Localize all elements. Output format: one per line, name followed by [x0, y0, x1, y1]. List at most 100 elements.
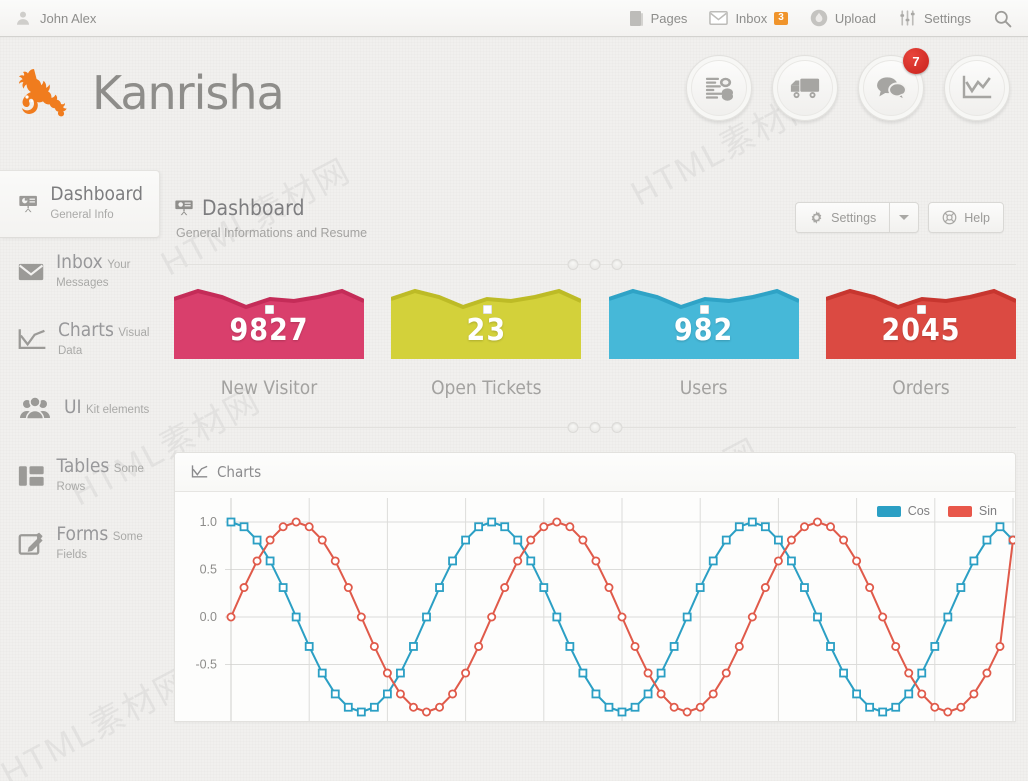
help-button[interactable]: Help [928, 202, 1004, 233]
upload-icon [810, 9, 828, 27]
divider-dot [567, 422, 579, 433]
sidebar-label-group: Forms Some Fields [56, 523, 162, 563]
divider-dot [589, 422, 601, 433]
stat-value: 982 [673, 313, 734, 348]
sidebar-item-ui[interactable]: UI Kit elements [0, 374, 162, 442]
messages-badge: 7 [903, 48, 929, 74]
stat-card-orders[interactable]: 2045 Orders [825, 287, 1016, 399]
brand-name: Kanrisha [92, 66, 285, 120]
sidebar-label-group: Tables Some Rows [57, 456, 162, 495]
edit-pencil-square-icon [18, 532, 43, 555]
sidebar-item-tables[interactable]: Tables Some Rows [0, 442, 162, 510]
chart-legend: Cos Sin [876, 504, 997, 518]
page-title: Dashboard [202, 196, 305, 220]
charts-panel: Charts Cos Sin 1.0 0.5 0.0 -0.5 [174, 452, 1016, 722]
topbar-label-upload: Upload [834, 10, 877, 26]
table-columns-icon [18, 466, 44, 486]
sidebar-label-group: Dashboard General Info [50, 184, 159, 223]
sidebar-label-group: UI Kit elements [64, 396, 150, 418]
section-divider-top [174, 259, 1016, 270]
main-content: Dashboard General Informations and Resum… [162, 170, 1028, 781]
quick-action-stats[interactable] [944, 55, 1010, 121]
gear-icon [811, 211, 822, 224]
app-header: Kanrisha 7 [0, 37, 1028, 170]
section-divider-bottom [174, 422, 1016, 433]
presentation-board-icon [175, 200, 193, 216]
divider-dot [611, 259, 623, 270]
line-chart-icon [962, 75, 992, 99]
stat-label: New Visitor [220, 377, 318, 399]
user-avatar-icon [17, 11, 29, 25]
stat-value: 23 [466, 313, 507, 348]
stat-label: Open Tickets [431, 377, 542, 399]
settings-button-group: Settings [795, 202, 920, 233]
topbar-item-inbox[interactable]: Inbox 3 [709, 10, 788, 26]
divider-dots [567, 259, 623, 270]
sidebar-item-sublabel: Kit elements [86, 404, 150, 416]
svg-text:0.0: 0.0 [200, 610, 217, 624]
topbar-item-upload[interactable]: Upload [810, 9, 876, 27]
settings-button[interactable]: Settings [795, 202, 890, 233]
chat-bubbles-icon [877, 77, 907, 101]
charts-panel-title: Charts [217, 463, 262, 481]
sidebar-item-dashboard[interactable]: Dashboard General Info [0, 170, 160, 238]
sidebar-item-label: Forms [56, 523, 109, 545]
delivery-truck-icon [790, 78, 820, 99]
envelope-icon [18, 263, 44, 281]
settings-dropdown-toggle[interactable] [889, 202, 920, 233]
pages-icon [629, 10, 643, 26]
topbar-item-pages[interactable]: Pages [629, 10, 687, 27]
topbar-item-settings[interactable]: Settings [898, 9, 971, 27]
sidebar-item-label: Inbox [56, 251, 103, 273]
inbox-badge: 3 [774, 11, 788, 25]
stat-card-body: 9827 [174, 287, 364, 359]
stat-card-new-visitor[interactable]: 9827 New Visitor [174, 287, 364, 399]
chevron-down-icon [899, 215, 910, 220]
line-chart-icon [18, 329, 46, 350]
legend-swatch-cos [876, 505, 901, 517]
sidebar-item-inbox[interactable]: Inbox Your Messages [0, 238, 162, 306]
legend-label-sin: Sin [978, 504, 997, 518]
sidebar-item-forms[interactable]: Forms Some Fields [0, 510, 162, 578]
sidebar-item-sublabel: General Info [50, 209, 114, 221]
topbar-label-inbox: Inbox [735, 10, 768, 26]
stat-card-users[interactable]: 982 Users [608, 287, 799, 399]
sidebar-item-charts[interactable]: Charts Visual Data [0, 306, 162, 374]
user-name: John Alex [40, 10, 97, 26]
svg-text:1.0: 1.0 [200, 515, 217, 529]
search-icon [994, 10, 1012, 27]
coins-money-icon [705, 77, 733, 101]
top-bar-menu: Pages Inbox 3 Upload Settings [629, 9, 1012, 28]
divider-dot [589, 259, 601, 270]
sidebar: Dashboard General Info Inbox Your Messag… [0, 170, 162, 781]
logo[interactable]: Kanrisha [14, 61, 285, 125]
stat-value: 9827 [229, 313, 309, 348]
legend-item-cos[interactable]: Cos [876, 504, 930, 518]
divider-dot [611, 422, 623, 433]
gecko-logo-icon [19, 69, 67, 117]
stat-card-body: 23 [391, 287, 582, 359]
users-group-icon [20, 396, 50, 420]
quick-action-messages[interactable]: 7 [858, 48, 929, 121]
sidebar-item-label: Charts [57, 319, 114, 341]
stat-card-open-tickets[interactable]: 23 Open Tickets [391, 287, 582, 399]
page-actions: Settings Help [795, 198, 1004, 233]
user-menu[interactable]: John Alex [14, 9, 96, 27]
sliders-icon [900, 10, 915, 26]
legend-item-sin[interactable]: Sin [947, 504, 997, 518]
legend-label-cos: Cos [907, 504, 930, 518]
quick-action-money[interactable] [686, 55, 752, 121]
sidebar-item-label: UI [64, 396, 82, 418]
chart-body: Cos Sin 1.0 0.5 0.0 -0.5 [175, 492, 1016, 722]
page-header: Dashboard General Informations and Resum… [162, 170, 1028, 240]
page-title-group: Dashboard General Informations and Resum… [174, 198, 367, 240]
presentation-board-icon [19, 195, 37, 213]
search-button[interactable] [993, 9, 1012, 28]
sidebar-label-group: Charts Visual Data [57, 319, 162, 359]
line-chart-plot[interactable]: 1.0 0.5 0.0 -0.5 [175, 492, 1016, 722]
quick-action-shipping[interactable] [772, 55, 838, 121]
svg-text:0.5: 0.5 [200, 563, 217, 577]
topbar-label-settings: Settings [924, 10, 971, 26]
help-button-label: Help [964, 210, 990, 225]
stat-label: Users [679, 377, 728, 399]
